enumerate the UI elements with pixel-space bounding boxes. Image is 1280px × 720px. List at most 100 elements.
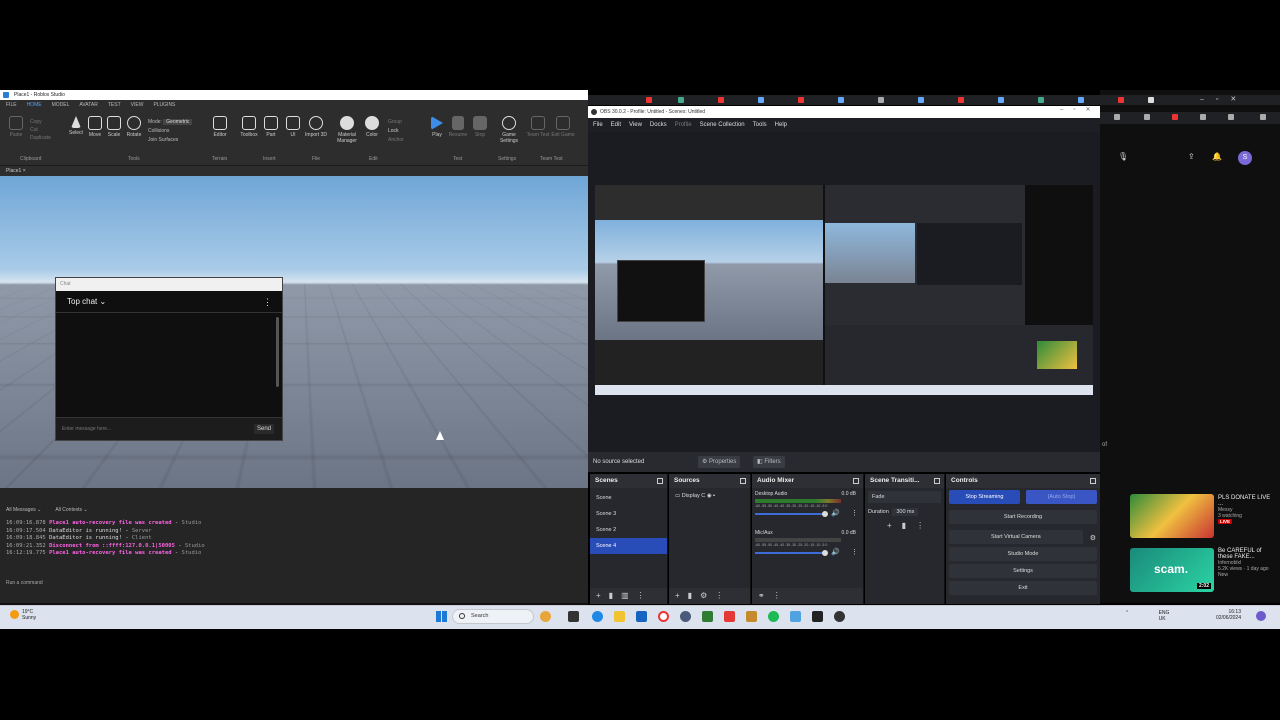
tab-file[interactable]: FILE bbox=[6, 100, 17, 110]
collisions-checkbox[interactable]: Collisions bbox=[148, 127, 192, 136]
toolbox-button[interactable]: Toolbox bbox=[237, 116, 261, 138]
taskbar-search[interactable]: Search bbox=[452, 609, 534, 624]
tab-favicon-icon[interactable] bbox=[1118, 97, 1124, 103]
tab-favicon-icon[interactable] bbox=[678, 97, 684, 103]
widget-icon[interactable] bbox=[540, 611, 551, 622]
anchor-button[interactable]: Anchor bbox=[388, 136, 404, 145]
game-settings-button[interactable]: Game Settings bbox=[496, 116, 522, 144]
more-icon[interactable]: ⋮ bbox=[773, 591, 789, 600]
language-indicator[interactable]: ENG UK bbox=[1159, 610, 1170, 622]
properties-button[interactable]: ⚙ Properties bbox=[698, 456, 740, 468]
studio-mode-button[interactable]: Studio Mode bbox=[949, 547, 1097, 561]
add-icon[interactable]: + bbox=[596, 591, 609, 600]
tab-favicon-icon[interactable] bbox=[998, 97, 1004, 103]
tab-favicon-icon[interactable] bbox=[1038, 97, 1044, 103]
volume-slider[interactable] bbox=[755, 513, 825, 515]
lock-button[interactable]: Lock bbox=[388, 127, 404, 136]
tab-avatar[interactable]: AVATAR bbox=[79, 100, 98, 110]
message-filter-dropdown[interactable]: All Messages ⌄ bbox=[6, 507, 41, 513]
tab-favicon-icon[interactable] bbox=[718, 97, 724, 103]
tab-favicon-icon[interactable] bbox=[958, 97, 964, 103]
chat-scrollbar[interactable] bbox=[276, 317, 279, 387]
tab-favicon-icon[interactable] bbox=[1078, 97, 1084, 103]
app-icon[interactable] bbox=[746, 611, 757, 622]
scene-item[interactable]: Scene 2 bbox=[590, 522, 667, 538]
edge-icon[interactable] bbox=[592, 611, 603, 622]
menu-help[interactable]: Help bbox=[775, 118, 787, 132]
windows-start-icon[interactable] bbox=[436, 611, 447, 622]
start-virtual-camera-button[interactable]: Start Virtual Camera bbox=[949, 530, 1083, 544]
tray-arrow-icon[interactable]: ⌃ bbox=[1125, 610, 1129, 616]
tab-test[interactable]: TEST bbox=[108, 100, 121, 110]
group-button[interactable]: Group bbox=[388, 118, 404, 127]
speaker-icon[interactable]: 🔊 bbox=[831, 509, 840, 517]
terrain-editor-button[interactable]: Editor bbox=[208, 116, 232, 138]
trash-icon[interactable]: ▮ bbox=[609, 591, 621, 600]
upload-icon[interactable]: ⇪ bbox=[1188, 152, 1195, 161]
link-icon[interactable]: ⚭ bbox=[758, 591, 773, 600]
color-button[interactable]: Color bbox=[360, 116, 384, 138]
material-manager-button[interactable]: Material Manager bbox=[334, 116, 360, 144]
more-icon[interactable]: ⋮ bbox=[851, 509, 858, 517]
undock-icon[interactable] bbox=[934, 478, 940, 484]
roblox-studio-icon[interactable] bbox=[812, 611, 823, 622]
new-tab-icon[interactable] bbox=[1148, 97, 1154, 103]
add-icon[interactable]: + bbox=[675, 591, 688, 600]
copy-button[interactable]: Copy bbox=[30, 118, 51, 126]
roblox-3d-viewport[interactable]: Chat Top chat ⌄ ⋮ Enter message here... … bbox=[0, 176, 588, 488]
join-surfaces-checkbox[interactable]: Join Surfaces bbox=[148, 136, 192, 145]
tab-home[interactable]: HOME bbox=[27, 100, 42, 110]
spotify-icon[interactable] bbox=[768, 611, 779, 622]
stop-button[interactable]: Stop bbox=[468, 116, 492, 138]
eye-icon[interactable]: ◉ bbox=[707, 493, 712, 499]
trash-icon[interactable]: ▮ bbox=[902, 521, 916, 530]
video-info[interactable]: Be CAREFUL of these FAKE... Infernoblxl … bbox=[1218, 548, 1276, 578]
menu-scene-collection[interactable]: Scene Collection bbox=[700, 118, 745, 132]
tab-favicon-icon[interactable] bbox=[878, 97, 884, 103]
obs-window-controls-icon[interactable]: –▫✕ bbox=[1060, 106, 1101, 113]
tab-favicon-icon[interactable] bbox=[646, 97, 652, 103]
volume-slider[interactable] bbox=[755, 552, 825, 554]
slider-knob[interactable] bbox=[822, 550, 828, 556]
gear-icon[interactable]: ⚙ bbox=[700, 591, 715, 600]
auto-stop-button[interactable]: (Auto Stop) bbox=[1026, 490, 1097, 504]
obs-preview-canvas[interactable] bbox=[595, 185, 1093, 395]
command-bar-input[interactable]: Run a command bbox=[6, 580, 43, 586]
tab-model[interactable]: MODEL bbox=[52, 100, 70, 110]
filters-button[interactable]: ◧ Filters bbox=[753, 456, 785, 468]
opera-icon[interactable] bbox=[658, 611, 669, 622]
task-view-icon[interactable] bbox=[568, 611, 579, 622]
undock-icon[interactable] bbox=[740, 478, 746, 484]
slider-knob[interactable] bbox=[822, 511, 828, 517]
menu-docks[interactable]: Docks bbox=[650, 118, 667, 132]
exit-game-button[interactable]: Exit Game bbox=[551, 116, 575, 138]
extension-icon[interactable] bbox=[1114, 114, 1120, 120]
ui-button[interactable]: UI bbox=[281, 116, 305, 138]
lock-icon[interactable]: ▪ bbox=[713, 493, 715, 499]
file-explorer-icon[interactable] bbox=[614, 611, 625, 622]
tab-favicon-icon[interactable] bbox=[918, 97, 924, 103]
chat-input[interactable]: Enter message here... bbox=[62, 426, 111, 432]
speaker-icon[interactable]: 🔊 bbox=[831, 548, 840, 556]
tab-view[interactable]: VIEW bbox=[131, 100, 144, 110]
add-icon[interactable]: + bbox=[887, 521, 902, 530]
gear-icon[interactable]: ⚙ bbox=[1086, 530, 1100, 542]
more-icon[interactable]: ⋮ bbox=[851, 548, 858, 556]
menu-tools[interactable]: Tools bbox=[753, 118, 767, 132]
extension-icon[interactable] bbox=[1172, 114, 1178, 120]
import-3d-button[interactable]: Import 3D bbox=[304, 116, 328, 138]
account-avatar[interactable]: S bbox=[1238, 151, 1252, 165]
settings-app-icon[interactable] bbox=[680, 611, 691, 622]
part-button[interactable]: Part bbox=[259, 116, 283, 138]
bell-icon[interactable]: 🔔 bbox=[1212, 152, 1222, 161]
document-tab[interactable]: Place1 × bbox=[0, 166, 588, 176]
duration-input[interactable]: 300 ms bbox=[892, 508, 918, 516]
tab-favicon-icon[interactable] bbox=[798, 97, 804, 103]
download-icon[interactable] bbox=[1260, 114, 1266, 120]
team-test-button[interactable]: Team Test bbox=[526, 116, 550, 138]
extension-icon[interactable] bbox=[1200, 114, 1206, 120]
exit-button[interactable]: Exit bbox=[949, 581, 1097, 595]
tab-favicon-icon[interactable] bbox=[758, 97, 764, 103]
paste-button[interactable]: Paste bbox=[4, 116, 28, 138]
system-tray[interactable]: ⌃ ENG UK bbox=[1125, 610, 1169, 622]
